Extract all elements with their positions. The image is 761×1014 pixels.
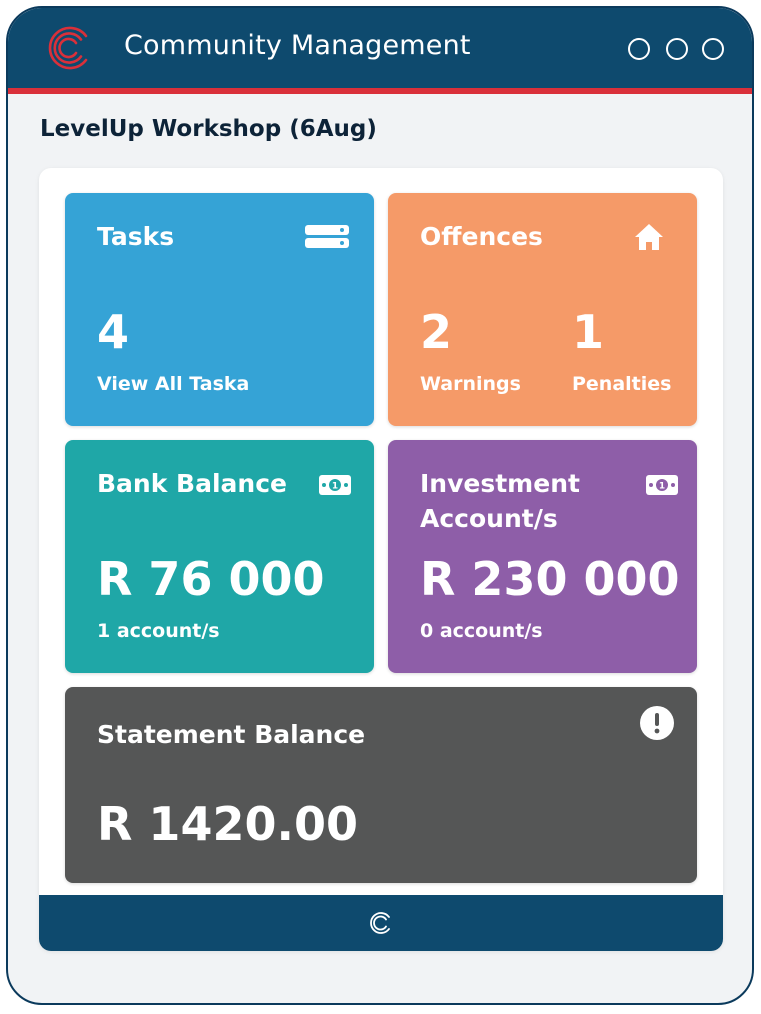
title-bar: Community Management [8, 8, 752, 94]
bank-accounts-count: 1 account/s [97, 620, 220, 642]
window-control-3[interactable] [702, 38, 724, 60]
offences-card-title: Offences [420, 222, 543, 251]
window-control-1[interactable] [628, 38, 650, 60]
app-title: Community Management [124, 30, 471, 61]
banknote-icon: 1 [319, 475, 351, 495]
investment-card[interactable]: Investment Account/s 1 R 230 000 0 accou… [388, 440, 697, 673]
window-control-2[interactable] [666, 38, 688, 60]
investment-title: Investment Account/s [420, 469, 580, 533]
exclamation-circle-icon[interactable] [639, 705, 675, 741]
statement-balance-amount: R 1420.00 [97, 797, 358, 851]
dashboard-panel: Tasks 4 View All Taska Offences 2 Warnin… [39, 168, 723, 951]
tasks-card-title: Tasks [97, 222, 175, 251]
svg-text:1: 1 [332, 482, 338, 492]
banknote-icon: 1 [646, 475, 678, 495]
tasks-count: 4 [97, 305, 130, 359]
app-window: Community Management LevelUp Workshop (6… [6, 6, 754, 1005]
page-title: LevelUp Workshop (6Aug) [40, 116, 377, 142]
warnings-label: Warnings [420, 373, 521, 395]
bank-balance-card[interactable]: Bank Balance 1 R 76 000 1 account/s [65, 440, 374, 673]
offences-card[interactable]: Offences 2 Warnings 1 Penalties [388, 193, 697, 426]
home-icon [635, 224, 663, 250]
concentric-c-logo-icon [370, 912, 390, 934]
panel-footer [39, 895, 723, 951]
concentric-c-logo-icon [48, 26, 88, 70]
penalties-count: 1 [572, 305, 605, 359]
statement-balance-card[interactable]: Statement Balance R 1420.00 [65, 687, 697, 883]
investment-accounts-count: 0 account/s [420, 620, 543, 642]
stacked-bars-icon [305, 225, 349, 248]
bank-balance-title: Bank Balance [97, 469, 287, 498]
statement-balance-title: Statement Balance [97, 720, 366, 749]
bank-balance-amount: R 76 000 [97, 552, 325, 606]
penalties-label: Penalties [572, 373, 672, 395]
investment-amount: R 230 000 [420, 552, 680, 606]
tasks-card[interactable]: Tasks 4 View All Taska [65, 193, 374, 426]
view-all-tasks-link[interactable]: View All Taska [97, 373, 249, 395]
warnings-count: 2 [420, 305, 453, 359]
svg-text:1: 1 [659, 482, 665, 492]
